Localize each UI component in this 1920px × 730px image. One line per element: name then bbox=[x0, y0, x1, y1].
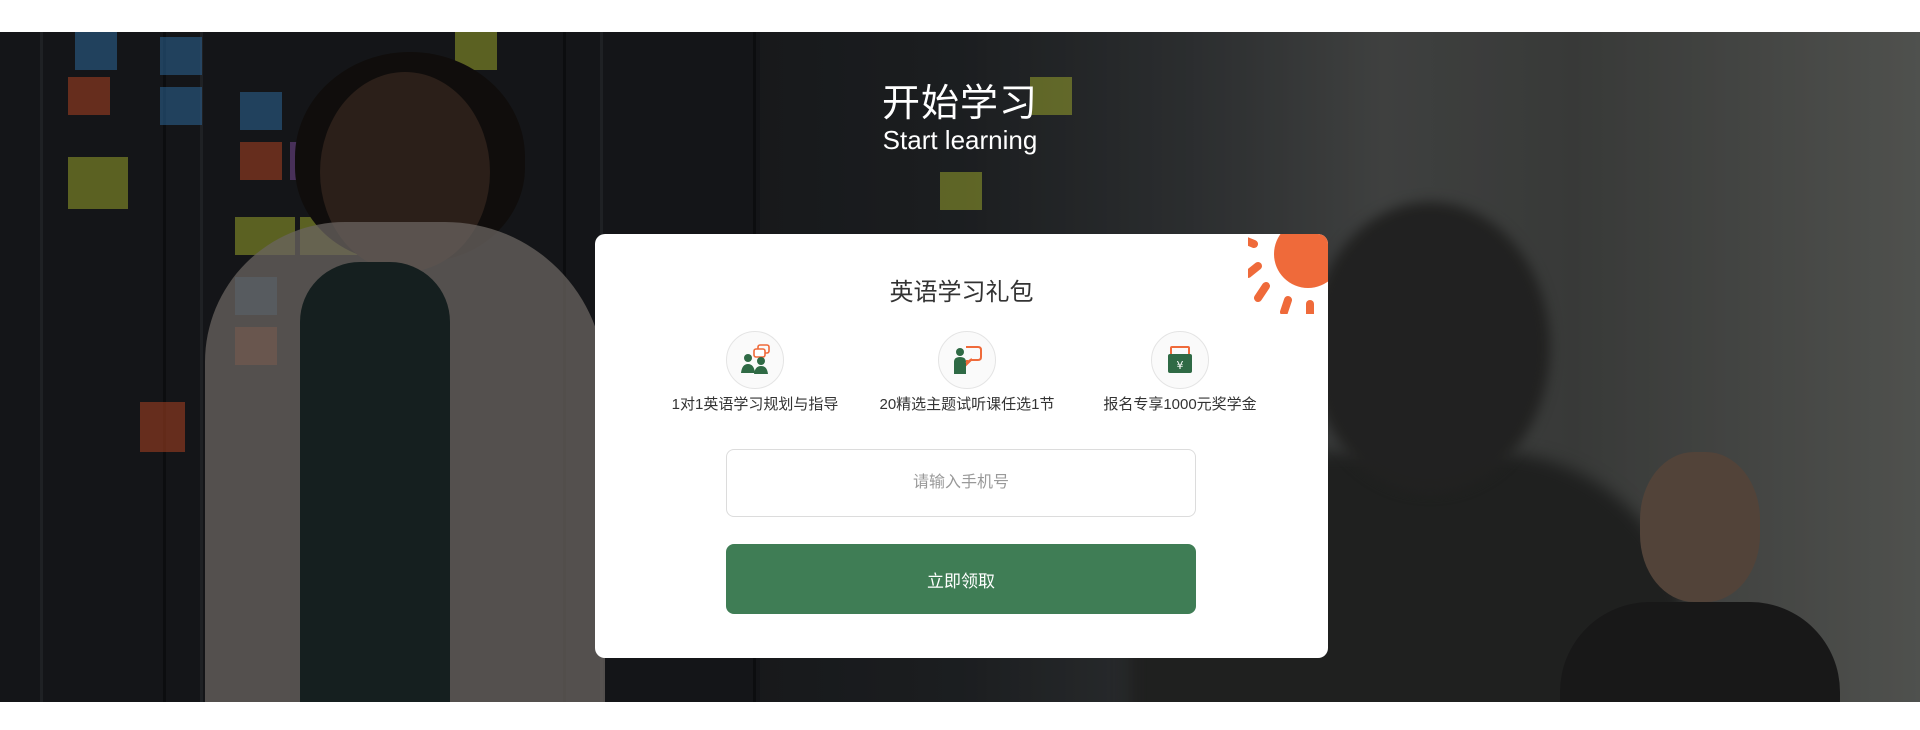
phone-input[interactable] bbox=[726, 449, 1196, 517]
feature-item-trial-class: 20精选主题试听课任选1节 bbox=[857, 331, 1077, 415]
gift-scholarship-icon: ¥ bbox=[1151, 331, 1209, 389]
feature-item-planning: 1对1英语学习规划与指导 bbox=[645, 331, 865, 415]
gift-pack-card: 英语学习礼包 1对1英语学习规划与指导 20精选主题试听课任选1节 ¥ 报名专享… bbox=[595, 234, 1328, 658]
card-title: 英语学习礼包 bbox=[889, 279, 1034, 306]
svg-text:¥: ¥ bbox=[1177, 359, 1184, 372]
feature-label: 1对1英语学习规划与指导 bbox=[671, 396, 839, 413]
feature-label: 报名专享1000元奖学金 bbox=[1103, 396, 1257, 413]
teacher-board-icon bbox=[938, 331, 996, 389]
hero-title: 开始学习 bbox=[881, 83, 1038, 125]
feature-label: 20精选主题试听课任选1节 bbox=[879, 396, 1055, 413]
people-chat-icon bbox=[726, 331, 784, 389]
claim-now-button[interactable]: 立即领取 bbox=[726, 544, 1196, 614]
hero-banner: 开始学习 Start learning 英语学习礼包 1对1英语学习规划与指导 … bbox=[0, 32, 1920, 702]
hero-subtitle: Start learning bbox=[882, 125, 1038, 155]
feature-item-scholarship: ¥ 报名专享1000元奖学金 bbox=[1070, 331, 1290, 415]
